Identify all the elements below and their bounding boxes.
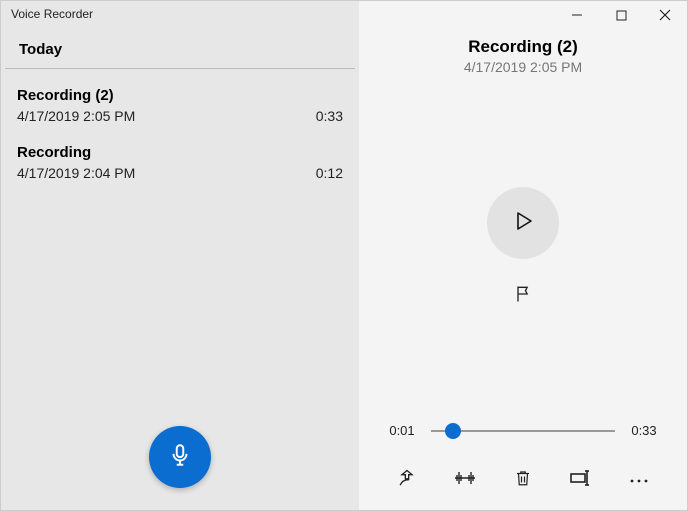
time-total: 0:33 xyxy=(627,423,661,438)
maximize-button[interactable] xyxy=(599,2,643,32)
recording-duration: 0:12 xyxy=(316,165,343,181)
more-button[interactable] xyxy=(619,464,659,496)
seek-thumb[interactable] xyxy=(445,423,461,439)
recordings-panel: Voice Recorder Today Recording (2) 4/17/… xyxy=(1,1,359,510)
recording-name: Recording xyxy=(17,144,343,161)
recording-name: Recording (2) xyxy=(17,87,343,104)
window-controls xyxy=(359,1,687,33)
recording-item[interactable]: Recording 4/17/2019 2:04 PM 0:12 xyxy=(1,134,359,191)
rename-icon xyxy=(569,470,593,491)
playback-title: Recording (2) xyxy=(359,37,687,57)
share-icon xyxy=(396,468,418,493)
add-marker-button[interactable] xyxy=(505,281,541,311)
action-bar xyxy=(359,456,687,510)
seek-track[interactable] xyxy=(431,430,615,432)
play-area xyxy=(359,75,687,423)
trim-button[interactable] xyxy=(445,464,485,496)
delete-button[interactable] xyxy=(503,464,543,496)
playback-subtitle: 4/17/2019 2:05 PM xyxy=(359,59,687,75)
minimize-icon xyxy=(571,8,583,26)
timeline: 0:01 0:33 xyxy=(359,423,687,438)
play-button[interactable] xyxy=(487,187,559,259)
share-button[interactable] xyxy=(387,464,427,496)
recording-datetime: 4/17/2019 2:05 PM xyxy=(17,108,135,124)
play-icon xyxy=(511,209,535,238)
trash-icon xyxy=(514,468,532,493)
close-icon xyxy=(659,8,671,26)
rename-button[interactable] xyxy=(561,464,601,496)
playback-header: Recording (2) 4/17/2019 2:05 PM xyxy=(359,37,687,75)
time-elapsed: 0:01 xyxy=(385,423,419,438)
close-button[interactable] xyxy=(643,2,687,32)
more-icon xyxy=(629,471,649,489)
app-title: Voice Recorder xyxy=(1,1,359,31)
section-header-today: Today xyxy=(5,31,355,69)
maximize-icon xyxy=(616,8,627,26)
microphone-icon xyxy=(167,442,193,473)
record-button[interactable] xyxy=(149,426,211,488)
minimize-button[interactable] xyxy=(555,2,599,32)
playback-panel: Recording (2) 4/17/2019 2:05 PM 0:01 0:3… xyxy=(359,1,687,510)
recording-item[interactable]: Recording (2) 4/17/2019 2:05 PM 0:33 xyxy=(1,77,359,134)
recording-datetime: 4/17/2019 2:04 PM xyxy=(17,165,135,181)
trim-icon xyxy=(453,469,477,492)
recording-duration: 0:33 xyxy=(316,108,343,124)
app-window: Voice Recorder Today Recording (2) 4/17/… xyxy=(0,0,688,511)
flag-icon xyxy=(513,284,533,309)
